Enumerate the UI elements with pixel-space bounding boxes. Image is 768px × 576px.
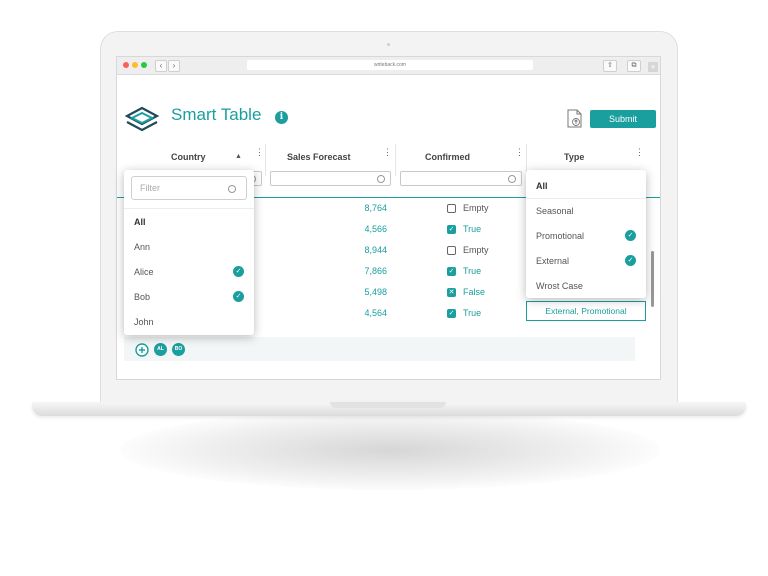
column-menu-icon[interactable]: ⋮ (635, 148, 644, 157)
sales-cell[interactable]: 8,944 (347, 245, 387, 255)
address-bar[interactable]: writeback.com (247, 60, 533, 70)
avatar[interactable]: BO (172, 343, 185, 356)
column-divider (395, 144, 396, 176)
column-header-sales-forecast[interactable]: Sales Forecast (287, 152, 351, 162)
avatar[interactable]: AL (154, 343, 167, 356)
add-comment-icon[interactable] (135, 343, 149, 357)
dropdown-item[interactable]: All (134, 217, 146, 227)
column-header-type[interactable]: Type (564, 152, 584, 162)
sales-cell[interactable]: 8,764 (347, 203, 387, 213)
column-menu-icon[interactable]: ⋮ (255, 148, 264, 157)
forward-button[interactable]: › (168, 60, 180, 72)
table-footer (124, 337, 635, 361)
dropdown-filter-input[interactable]: Filter (131, 176, 247, 200)
confirmed-cell: True (463, 266, 482, 276)
dropdown-divider (526, 198, 646, 199)
column-menu-icon[interactable]: ⋮ (515, 148, 524, 157)
page-title: Smart Table (171, 105, 262, 124)
dropdown-item[interactable]: John (134, 317, 154, 327)
type-filter-dropdown: All Seasonal Promotional ✓ External ✓ Wr… (526, 170, 646, 298)
dropdown-item[interactable]: All (536, 181, 548, 191)
laptop-shadow (120, 410, 660, 490)
sales-cell[interactable]: 4,566 (347, 224, 387, 234)
smart-table-logo (124, 106, 160, 132)
dropdown-item[interactable]: External (536, 256, 569, 266)
dropdown-filter-placeholder: Filter (140, 183, 160, 193)
confirmed-cell: True (463, 224, 482, 234)
share-icon[interactable]: ⇧ (603, 60, 617, 72)
sort-asc-icon[interactable]: ▲ (235, 153, 242, 160)
confirmed-cell: False (463, 287, 486, 297)
search-icon (228, 185, 236, 193)
column-header-confirmed[interactable]: Confirmed (425, 152, 470, 162)
dropdown-item[interactable]: Bob (134, 292, 150, 302)
checkbox-false-icon[interactable]: ✕ (447, 288, 456, 297)
check-circle-icon: ✓ (233, 266, 244, 277)
checkbox-checked-icon[interactable]: ✓ (447, 267, 456, 276)
column-menu-icon[interactable]: ⋮ (383, 148, 392, 157)
column-divider (265, 144, 266, 176)
country-filter-dropdown: Filter All Ann Alice ✓ Bob ✓ John (124, 170, 254, 335)
checkbox-checked-icon[interactable]: ✓ (447, 225, 456, 234)
checkbox-checked-icon[interactable]: ✓ (447, 309, 456, 318)
checkbox-empty[interactable] (447, 204, 456, 213)
confirmed-cell: Empty (463, 245, 489, 255)
camera (387, 43, 390, 46)
check-circle-icon: ✓ (233, 291, 244, 302)
new-tab-button[interactable]: + (648, 62, 658, 72)
back-button[interactable]: ‹ (155, 60, 167, 72)
check-circle-icon: ✓ (625, 255, 636, 266)
dropdown-divider (124, 208, 254, 209)
dropdown-item[interactable]: Promotional (536, 231, 584, 241)
dropdown-item[interactable]: Wrost Case (536, 281, 583, 291)
tabs-icon[interactable]: ⧉ (627, 60, 641, 72)
sales-filter-input[interactable] (270, 171, 391, 186)
close-dot[interactable] (123, 62, 129, 68)
dropdown-item[interactable]: Seasonal (536, 206, 574, 216)
sales-cell[interactable]: 4,564 (347, 308, 387, 318)
sales-cell[interactable]: 5,498 (347, 287, 387, 297)
sales-cell[interactable]: 7,866 (347, 266, 387, 276)
minimize-dot[interactable] (132, 62, 138, 68)
upload-icon[interactable] (566, 109, 582, 128)
confirmed-cell: True (463, 308, 482, 318)
search-icon (508, 175, 516, 183)
info-icon[interactable]: i (275, 111, 288, 124)
submit-button[interactable]: Submit (590, 110, 656, 128)
column-header-country[interactable]: Country (171, 152, 206, 162)
dropdown-item[interactable]: Ann (134, 242, 150, 252)
checkbox-empty[interactable] (447, 246, 456, 255)
maximize-dot[interactable] (141, 62, 147, 68)
browser-toolbar: ‹ › writeback.com ⇧ ⧉ + (117, 57, 660, 75)
type-cell-selected[interactable]: External, Promotional (526, 301, 646, 321)
dropdown-item[interactable]: Alice (134, 267, 154, 277)
scrollbar[interactable] (651, 251, 654, 307)
confirmed-cell: Empty (463, 203, 489, 213)
laptop-notch (330, 402, 446, 408)
search-icon (377, 175, 385, 183)
confirmed-filter-input[interactable] (400, 171, 522, 186)
check-circle-icon: ✓ (625, 230, 636, 241)
